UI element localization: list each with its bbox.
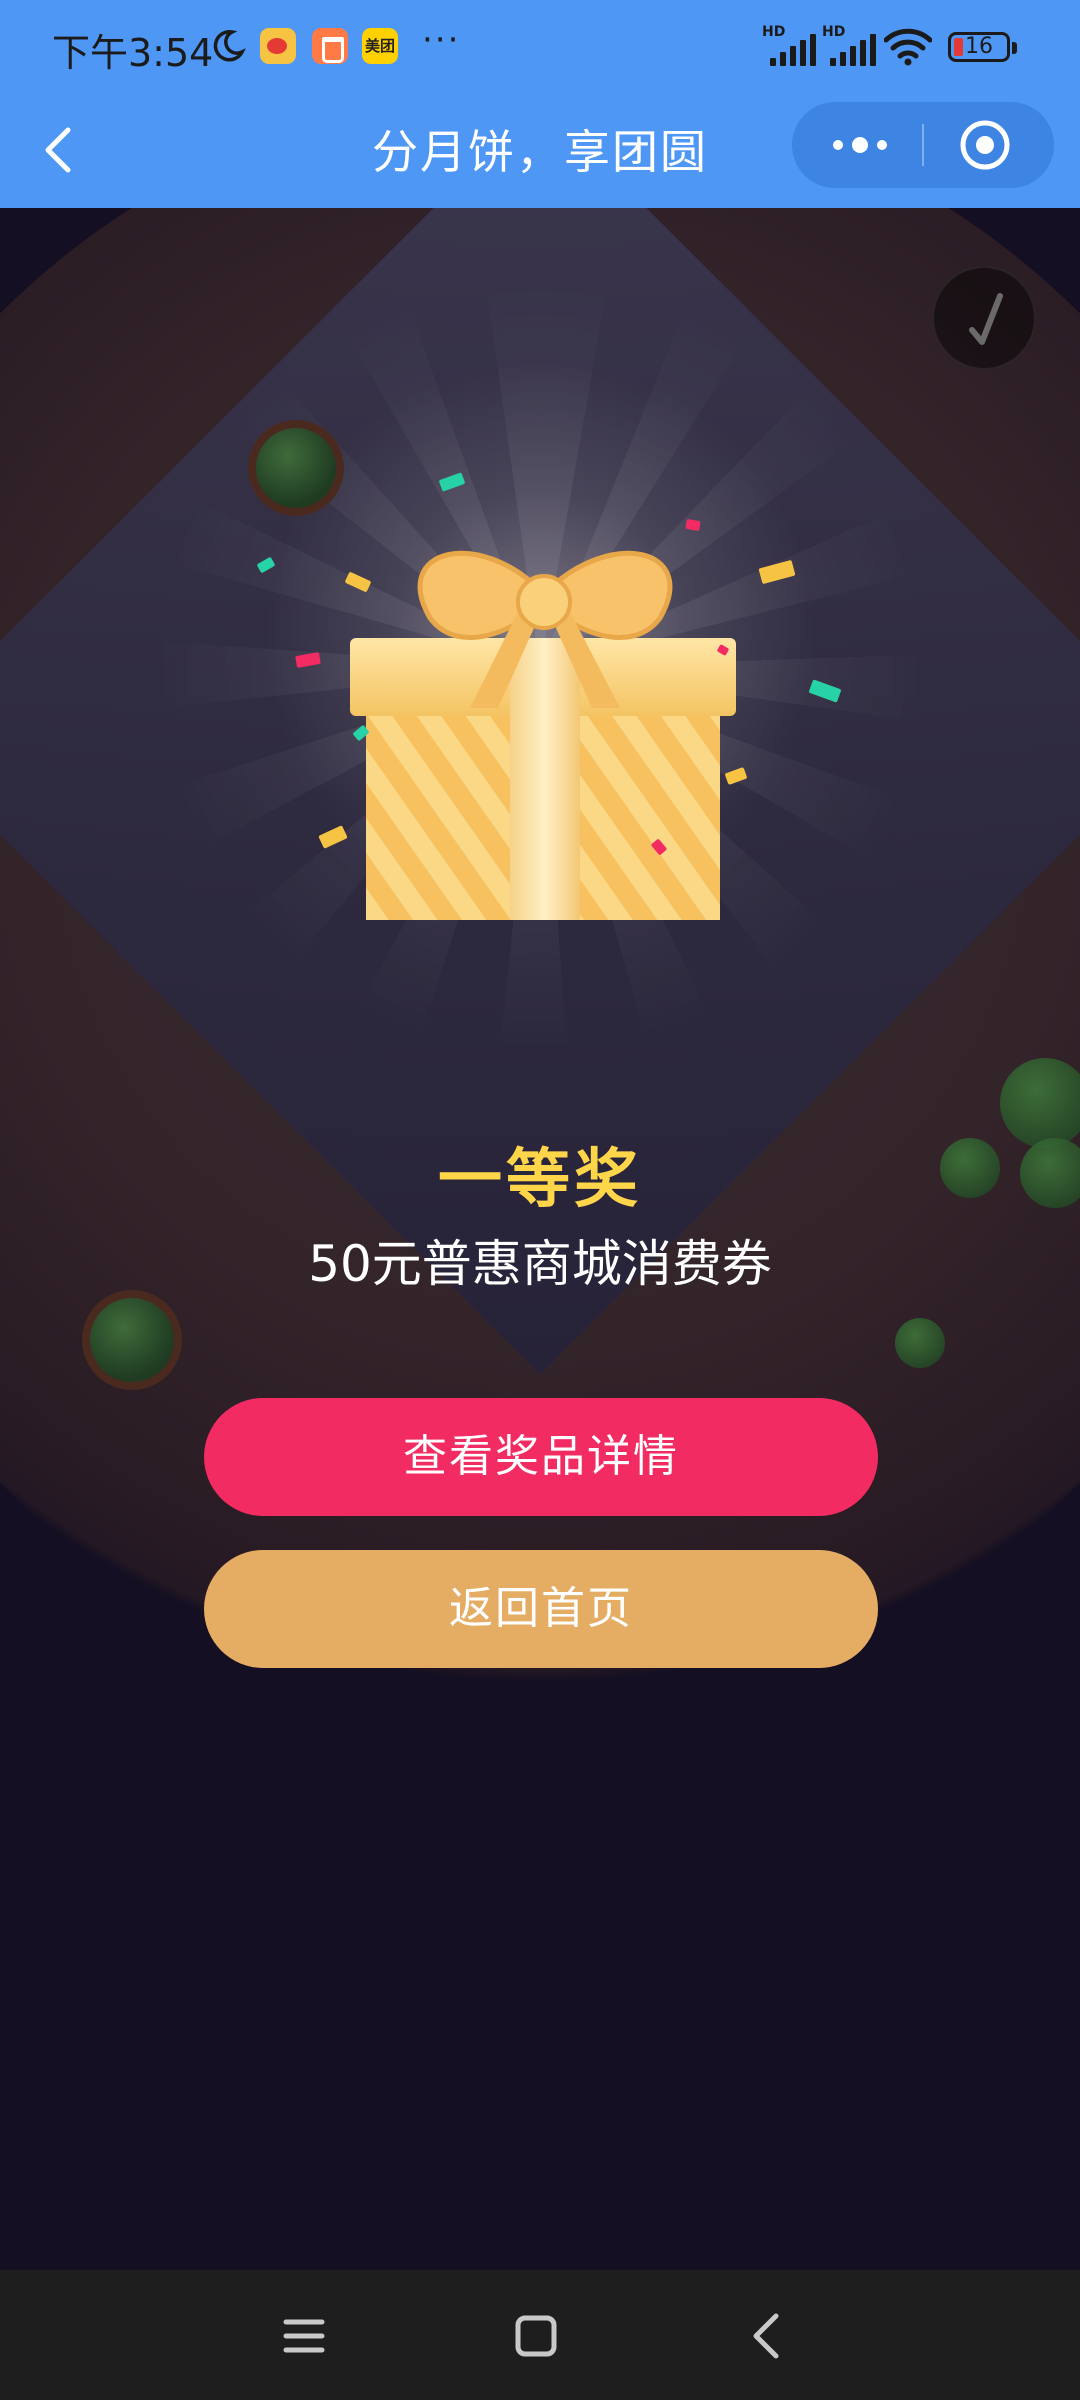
battery-icon: 16 bbox=[948, 32, 1017, 62]
back-home-button[interactable]: 返回首页 bbox=[204, 1550, 878, 1668]
screen: 下午3:54 美团 ··· HD HD 16 分月饼，享团圆 一等奖 50元普惠… bbox=[0, 0, 1080, 2400]
decor-orb bbox=[248, 420, 344, 516]
meituan-icon: 美团 bbox=[362, 28, 398, 64]
decor-pea bbox=[895, 1318, 945, 1368]
weibo-icon bbox=[260, 28, 296, 64]
signal-hd-label: HD bbox=[762, 24, 786, 40]
notification-more-icon: ··· bbox=[422, 20, 461, 60]
more-dots-icon[interactable] bbox=[810, 120, 910, 170]
gift-box-icon bbox=[350, 550, 736, 920]
prize-level: 一等奖 bbox=[438, 1143, 642, 1217]
title-bar: 分月饼，享团圆 bbox=[0, 96, 1080, 208]
wifi-icon bbox=[884, 28, 932, 66]
prize-name: 50元普惠商城消费券 bbox=[308, 1235, 772, 1293]
signal-hd-label: HD bbox=[822, 24, 846, 40]
decor-orb bbox=[82, 1290, 182, 1390]
status-bar: 下午3:54 美团 ··· HD HD 16 bbox=[0, 0, 1080, 96]
capsule-divider bbox=[922, 124, 924, 166]
home-square-icon[interactable] bbox=[504, 2304, 568, 2368]
status-time: 下午3:54 bbox=[52, 31, 214, 75]
battery-level: 16 bbox=[965, 34, 993, 59]
view-prize-details-button[interactable]: 查看奖品详情 bbox=[204, 1398, 878, 1516]
music-toggle-icon[interactable] bbox=[932, 266, 1036, 370]
mini-program-capsule bbox=[792, 102, 1054, 188]
menu-icon[interactable] bbox=[272, 2304, 336, 2368]
system-nav-bar bbox=[0, 2270, 1080, 2400]
moon-icon bbox=[213, 30, 246, 62]
signal-icon-2: HD bbox=[822, 24, 878, 66]
back-icon[interactable] bbox=[736, 2304, 800, 2368]
top-bar: 下午3:54 美团 ··· HD HD 16 分月饼，享团圆 bbox=[0, 0, 1080, 208]
target-circle-icon[interactable] bbox=[940, 116, 1030, 174]
prize-stage: 一等奖 50元普惠商城消费券 查看奖品详情 返回首页 bbox=[0, 208, 1080, 2270]
signal-icon-1: HD bbox=[762, 24, 818, 66]
shopping-icon bbox=[312, 28, 348, 64]
